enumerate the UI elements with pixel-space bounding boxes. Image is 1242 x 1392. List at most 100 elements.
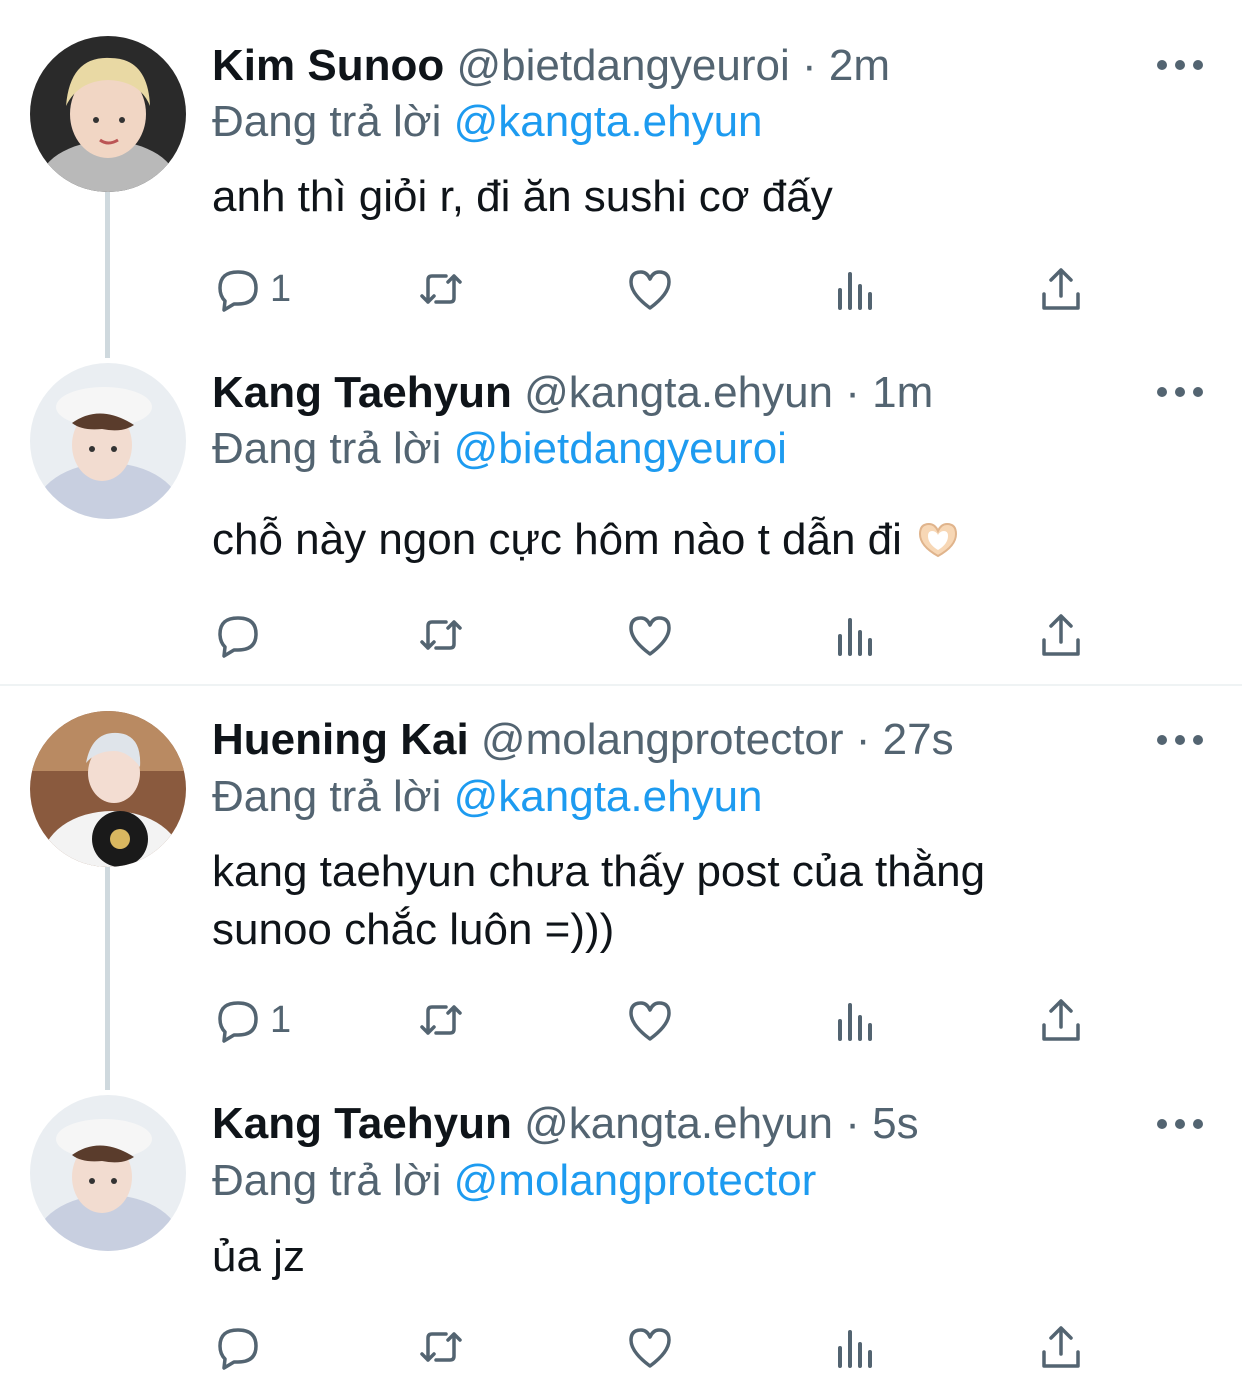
reply-count: 1	[270, 267, 292, 310]
views-icon	[838, 1003, 872, 1041]
share-icon	[1042, 999, 1080, 1041]
action-bar: 1	[212, 995, 1112, 1045]
reply-button[interactable]	[212, 1322, 270, 1372]
reply-button[interactable]: 1	[212, 264, 291, 314]
replying-to: Đang trả lời @molangprotector	[212, 1155, 816, 1207]
replying-to-label: Đang trả lời	[212, 424, 442, 473]
reply-icon	[218, 616, 258, 658]
thread-connector	[105, 866, 110, 1090]
replying-to-handle[interactable]: @kangta.ehyun	[454, 772, 763, 821]
share-button[interactable]	[1036, 610, 1086, 660]
reply-icon	[218, 1328, 258, 1370]
retweet-button[interactable]	[416, 610, 466, 660]
share-button[interactable]	[1036, 264, 1086, 314]
share-icon	[1042, 614, 1080, 656]
heart-hands-emoji	[919, 522, 958, 558]
tweet-text-line: sunoo chắc luôn =)))	[212, 905, 615, 954]
avatar[interactable]	[30, 711, 186, 867]
action-bar	[212, 610, 1112, 660]
replying-to-label: Đang trả lời	[212, 97, 442, 146]
tweet-text-content: anh thì giỏi r, đi ăn sushi cơ đấy	[212, 172, 833, 221]
reply-icon	[218, 270, 258, 312]
like-button[interactable]	[625, 995, 675, 1045]
avatar[interactable]	[30, 363, 186, 519]
retweet-button[interactable]	[416, 264, 466, 314]
reply-icon	[218, 1001, 258, 1043]
replying-to-handle[interactable]: @bietdangyeuroi	[454, 424, 787, 473]
more-options-icon[interactable]	[1156, 730, 1204, 750]
retweet-button[interactable]	[416, 1322, 466, 1372]
retweet-icon	[420, 1332, 462, 1362]
like-button[interactable]	[625, 1322, 675, 1372]
timestamp[interactable]: 2m	[829, 41, 890, 90]
separator: ·	[855, 715, 871, 764]
display-name[interactable]: Huening Kai	[212, 715, 469, 764]
timestamp[interactable]: 27s	[883, 715, 954, 764]
tweet-header: Kang Taehyun @kangta.ehyun · 5s	[212, 1098, 919, 1150]
retweet-icon	[420, 1005, 462, 1035]
more-options-icon[interactable]	[1156, 55, 1204, 75]
share-button[interactable]	[1036, 995, 1086, 1045]
more-options-icon[interactable]	[1156, 1114, 1204, 1134]
user-handle[interactable]: @molangprotector	[481, 715, 844, 764]
timestamp[interactable]: 5s	[872, 1099, 918, 1148]
like-icon	[629, 1001, 671, 1041]
tweet-text-line: kang taehyun chưa thấy post của thằng	[212, 847, 986, 896]
reply-button[interactable]: 1	[212, 995, 291, 1045]
separator: ·	[802, 41, 817, 90]
separator: ·	[845, 368, 860, 417]
replying-to: Đang trả lời @bietdangyeuroi	[212, 423, 787, 475]
tweet-text: anh thì giỏi r, đi ăn sushi cơ đấy	[212, 168, 1112, 226]
like-button[interactable]	[625, 610, 675, 660]
like-button[interactable]	[625, 264, 675, 314]
display-name[interactable]: Kim Sunoo	[212, 41, 444, 90]
like-icon	[629, 1328, 671, 1368]
reply-button[interactable]	[212, 610, 270, 660]
share-icon	[1042, 268, 1080, 310]
user-handle[interactable]: @kangta.ehyun	[524, 368, 833, 417]
retweet-button[interactable]	[416, 995, 466, 1045]
retweet-icon	[420, 620, 462, 650]
thread-connector	[105, 190, 110, 358]
tweet-text: kang taehyun chưa thấy post của thằng su…	[212, 843, 1112, 959]
like-icon	[629, 616, 671, 656]
tweet-text: ủa jz	[212, 1228, 1112, 1286]
user-handle[interactable]: @bietdangyeuroi	[456, 41, 789, 90]
tweet-header: Kim Sunoo @bietdangyeuroi · 2m	[212, 40, 890, 92]
tweet-text-content: chỗ này ngon cực hôm nào t dẫn đi	[212, 515, 902, 564]
action-bar	[212, 1322, 1112, 1372]
more-options-icon[interactable]	[1156, 382, 1204, 402]
display-name[interactable]: Kang Taehyun	[212, 1099, 512, 1148]
share-button[interactable]	[1036, 1322, 1086, 1372]
tweet-header: Huening Kai @molangprotector · 27s	[212, 714, 954, 766]
share-icon	[1042, 1326, 1080, 1368]
replying-to-label: Đang trả lời	[212, 1156, 442, 1205]
replying-to: Đang trả lời @kangta.ehyun	[212, 96, 763, 148]
replying-to-handle[interactable]: @kangta.ehyun	[454, 97, 763, 146]
views-icon	[838, 272, 872, 310]
views-icon	[838, 1330, 872, 1368]
reply-count: 1	[270, 998, 292, 1041]
separator: ·	[845, 1099, 860, 1148]
tweet-text-content: ủa jz	[212, 1232, 305, 1281]
display-name[interactable]: Kang Taehyun	[212, 368, 512, 417]
tweet-header: Kang Taehyun @kangta.ehyun · 1m	[212, 367, 933, 419]
retweet-icon	[420, 274, 462, 304]
replying-to-label: Đang trả lời	[212, 772, 442, 821]
action-bar: 1	[212, 264, 1112, 314]
timestamp[interactable]: 1m	[872, 368, 933, 417]
views-button[interactable]	[832, 610, 882, 660]
replying-to-handle[interactable]: @molangprotector	[454, 1156, 817, 1205]
views-icon	[838, 618, 872, 656]
reply-thread: Kim Sunoo @bietdangyeuroi · 2m Đang trả …	[0, 0, 1242, 1392]
avatar[interactable]	[30, 36, 186, 192]
views-button[interactable]	[832, 1322, 882, 1372]
user-handle[interactable]: @kangta.ehyun	[524, 1099, 833, 1148]
like-icon	[629, 270, 671, 310]
views-button[interactable]	[832, 995, 882, 1045]
views-button[interactable]	[832, 264, 882, 314]
replying-to: Đang trả lời @kangta.ehyun	[212, 771, 763, 823]
thread-divider	[0, 684, 1242, 686]
avatar[interactable]	[30, 1095, 186, 1251]
tweet-text: chỗ này ngon cực hôm nào t dẫn đi	[212, 511, 1112, 569]
